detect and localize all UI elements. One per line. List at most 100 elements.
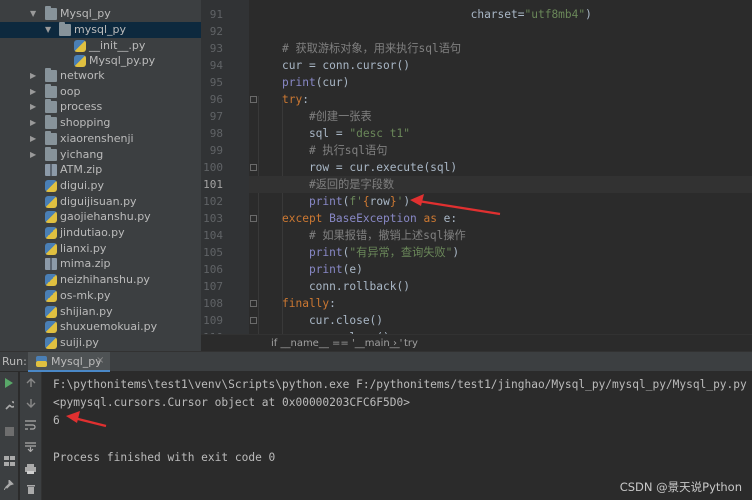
tree-item[interactable]: shuxuemokuai.py bbox=[0, 319, 201, 335]
code-editor[interactable]: 91 92 93 94 95 96 97 98 99 100 101 102 103 104 105 106 1… bbox=[201, 0, 752, 334]
tree-item[interactable]: ▶ xiaorenshenji bbox=[0, 131, 201, 147]
code-line[interactable]: sql = "desc t1" bbox=[282, 125, 410, 142]
chevron-down-icon[interactable]: ▼ bbox=[45, 22, 55, 38]
scroll-down-icon[interactable] bbox=[20, 396, 41, 414]
tree-item[interactable]: ▶ network bbox=[0, 68, 201, 84]
code-line[interactable]: # 如果报错，撤销上述sql操作 bbox=[282, 227, 466, 244]
wrench-icon[interactable] bbox=[0, 398, 18, 416]
code-token: print bbox=[308, 246, 343, 259]
code-line[interactable]: print(f'{row}') bbox=[282, 193, 410, 210]
pin-icon[interactable] bbox=[0, 478, 18, 496]
tree-item[interactable]: __init__.py bbox=[0, 38, 201, 54]
trash-icon[interactable] bbox=[20, 482, 41, 500]
line-number: 103 bbox=[203, 212, 223, 225]
tree-item-label: xiaorenshenji bbox=[60, 132, 134, 145]
tree-item[interactable]: os-mk.py bbox=[0, 288, 201, 304]
code-line[interactable]: conn.rollback() bbox=[282, 278, 410, 295]
run-toolbar-left bbox=[0, 372, 18, 500]
tree-item[interactable]: diguijisuan.py bbox=[0, 194, 201, 210]
tree-item[interactable]: ▶ yichang bbox=[0, 147, 201, 163]
code-token: print bbox=[308, 195, 343, 208]
breadcrumb-separator: › bbox=[393, 338, 397, 349]
line-number: 98 bbox=[209, 127, 223, 140]
tree-item[interactable]: jindutiao.py bbox=[0, 225, 201, 241]
code-line[interactable]: #创建一张表 bbox=[282, 108, 372, 125]
tree-item[interactable]: Mysql_py.py bbox=[0, 53, 201, 69]
line-number: 96 bbox=[209, 93, 223, 106]
tree-item[interactable]: ▶ shopping bbox=[0, 115, 201, 131]
code-line[interactable]: except BaseException as e: bbox=[282, 210, 457, 227]
tree-item[interactable]: neizhihanshu.py bbox=[0, 272, 201, 288]
soft-wrap-icon[interactable] bbox=[20, 418, 41, 436]
python-file-icon bbox=[45, 290, 57, 302]
code-token: ) bbox=[585, 8, 592, 21]
tree-item[interactable]: digui.py bbox=[0, 178, 201, 194]
breadcrumb[interactable]: if __name__ == '__main__' › try bbox=[201, 334, 752, 351]
chevron-right-icon[interactable]: ▶ bbox=[30, 115, 40, 131]
python-file-icon bbox=[45, 274, 57, 286]
run-tab[interactable]: Mysql_py × bbox=[28, 352, 110, 372]
tree-item[interactable]: ▶ oop bbox=[0, 84, 201, 100]
tree-item[interactable]: ▼ Mysql_py bbox=[0, 6, 201, 22]
stop-icon[interactable] bbox=[0, 424, 18, 442]
chevron-down-icon[interactable]: ▼ bbox=[30, 6, 40, 22]
code-line[interactable]: charset="utf8mb4") bbox=[282, 6, 592, 23]
code-line[interactable]: finally: bbox=[282, 295, 336, 312]
tree-item-label: Mysql_py bbox=[60, 7, 111, 20]
python-file-icon bbox=[45, 196, 57, 208]
code-token: as bbox=[423, 212, 444, 225]
folder-icon bbox=[45, 68, 57, 82]
chevron-right-icon[interactable]: ▶ bbox=[30, 99, 40, 115]
code-token: ) bbox=[452, 246, 460, 259]
python-file-icon bbox=[45, 211, 57, 223]
code-token: e: bbox=[443, 212, 458, 225]
code-line[interactable]: print(e) bbox=[282, 261, 363, 278]
breadcrumb-item-try[interactable]: try bbox=[404, 335, 418, 352]
tree-item[interactable]: ▼ mysql_py bbox=[0, 22, 201, 38]
code-line[interactable]: # 获取游标对象，用来执行sql语句 bbox=[282, 40, 461, 57]
code-line[interactable]: # 执行sql语句 bbox=[282, 142, 387, 159]
fold-marker-icon[interactable] bbox=[250, 317, 257, 324]
fold-marker-icon[interactable] bbox=[250, 215, 257, 222]
scroll-to-end-icon[interactable] bbox=[20, 440, 41, 458]
tree-item[interactable]: suiji.py bbox=[0, 335, 201, 351]
tree-item[interactable]: shijian.py bbox=[0, 304, 201, 320]
close-icon[interactable]: × bbox=[96, 355, 104, 366]
line-number: 106 bbox=[203, 263, 223, 276]
tree-item[interactable]: ATM.zip bbox=[0, 162, 201, 178]
breadcrumb-item-main[interactable]: if __name__ == '__main__' bbox=[271, 335, 402, 352]
chevron-right-icon[interactable]: ▶ bbox=[30, 68, 40, 84]
folder-icon bbox=[59, 22, 71, 36]
chevron-right-icon[interactable]: ▶ bbox=[30, 84, 40, 100]
tree-item[interactable]: gaojiehanshu.py bbox=[0, 209, 201, 225]
fold-marker-icon[interactable] bbox=[250, 96, 257, 103]
code-line[interactable]: row = cur.execute(sql) bbox=[282, 159, 457, 176]
scroll-up-icon[interactable] bbox=[20, 376, 41, 394]
code-line[interactable]: #返回的是字段数 bbox=[282, 176, 394, 193]
rerun-icon[interactable] bbox=[0, 376, 18, 394]
code-line[interactable]: try: bbox=[282, 91, 309, 108]
tree-item[interactable]: lianxi.py bbox=[0, 241, 201, 257]
code-line[interactable]: cur = conn.cursor() bbox=[282, 57, 410, 74]
tree-item-label: neizhihanshu.py bbox=[60, 273, 150, 286]
watermark: CSDN @景天说Python bbox=[619, 480, 742, 494]
fold-marker-icon[interactable] bbox=[250, 300, 257, 307]
tree-item-label: process bbox=[60, 100, 103, 113]
code-line[interactable]: print(cur) bbox=[282, 74, 349, 91]
chevron-right-icon[interactable]: ▶ bbox=[30, 131, 40, 147]
layout-icon[interactable] bbox=[0, 454, 18, 472]
line-number: 109 bbox=[203, 314, 223, 327]
print-icon[interactable] bbox=[20, 462, 41, 480]
project-tree[interactable]: ▼ Mysql_py ▼ mysql_py __init__.py Mysql_py.py… bbox=[0, 0, 201, 351]
chevron-right-icon[interactable]: ▶ bbox=[30, 147, 40, 163]
line-number: 108 bbox=[203, 297, 223, 310]
tree-item-label: yichang bbox=[60, 148, 104, 161]
code-line[interactable]: print("有异常，查询失败") bbox=[282, 244, 459, 261]
tree-item[interactable]: mima.zip bbox=[0, 256, 201, 272]
code-line[interactable]: cur.close() bbox=[282, 312, 383, 329]
tree-item[interactable]: ▶ process bbox=[0, 99, 201, 115]
fold-marker-icon[interactable] bbox=[250, 164, 257, 171]
code-token: row = cur.execute(sql) bbox=[282, 161, 458, 174]
